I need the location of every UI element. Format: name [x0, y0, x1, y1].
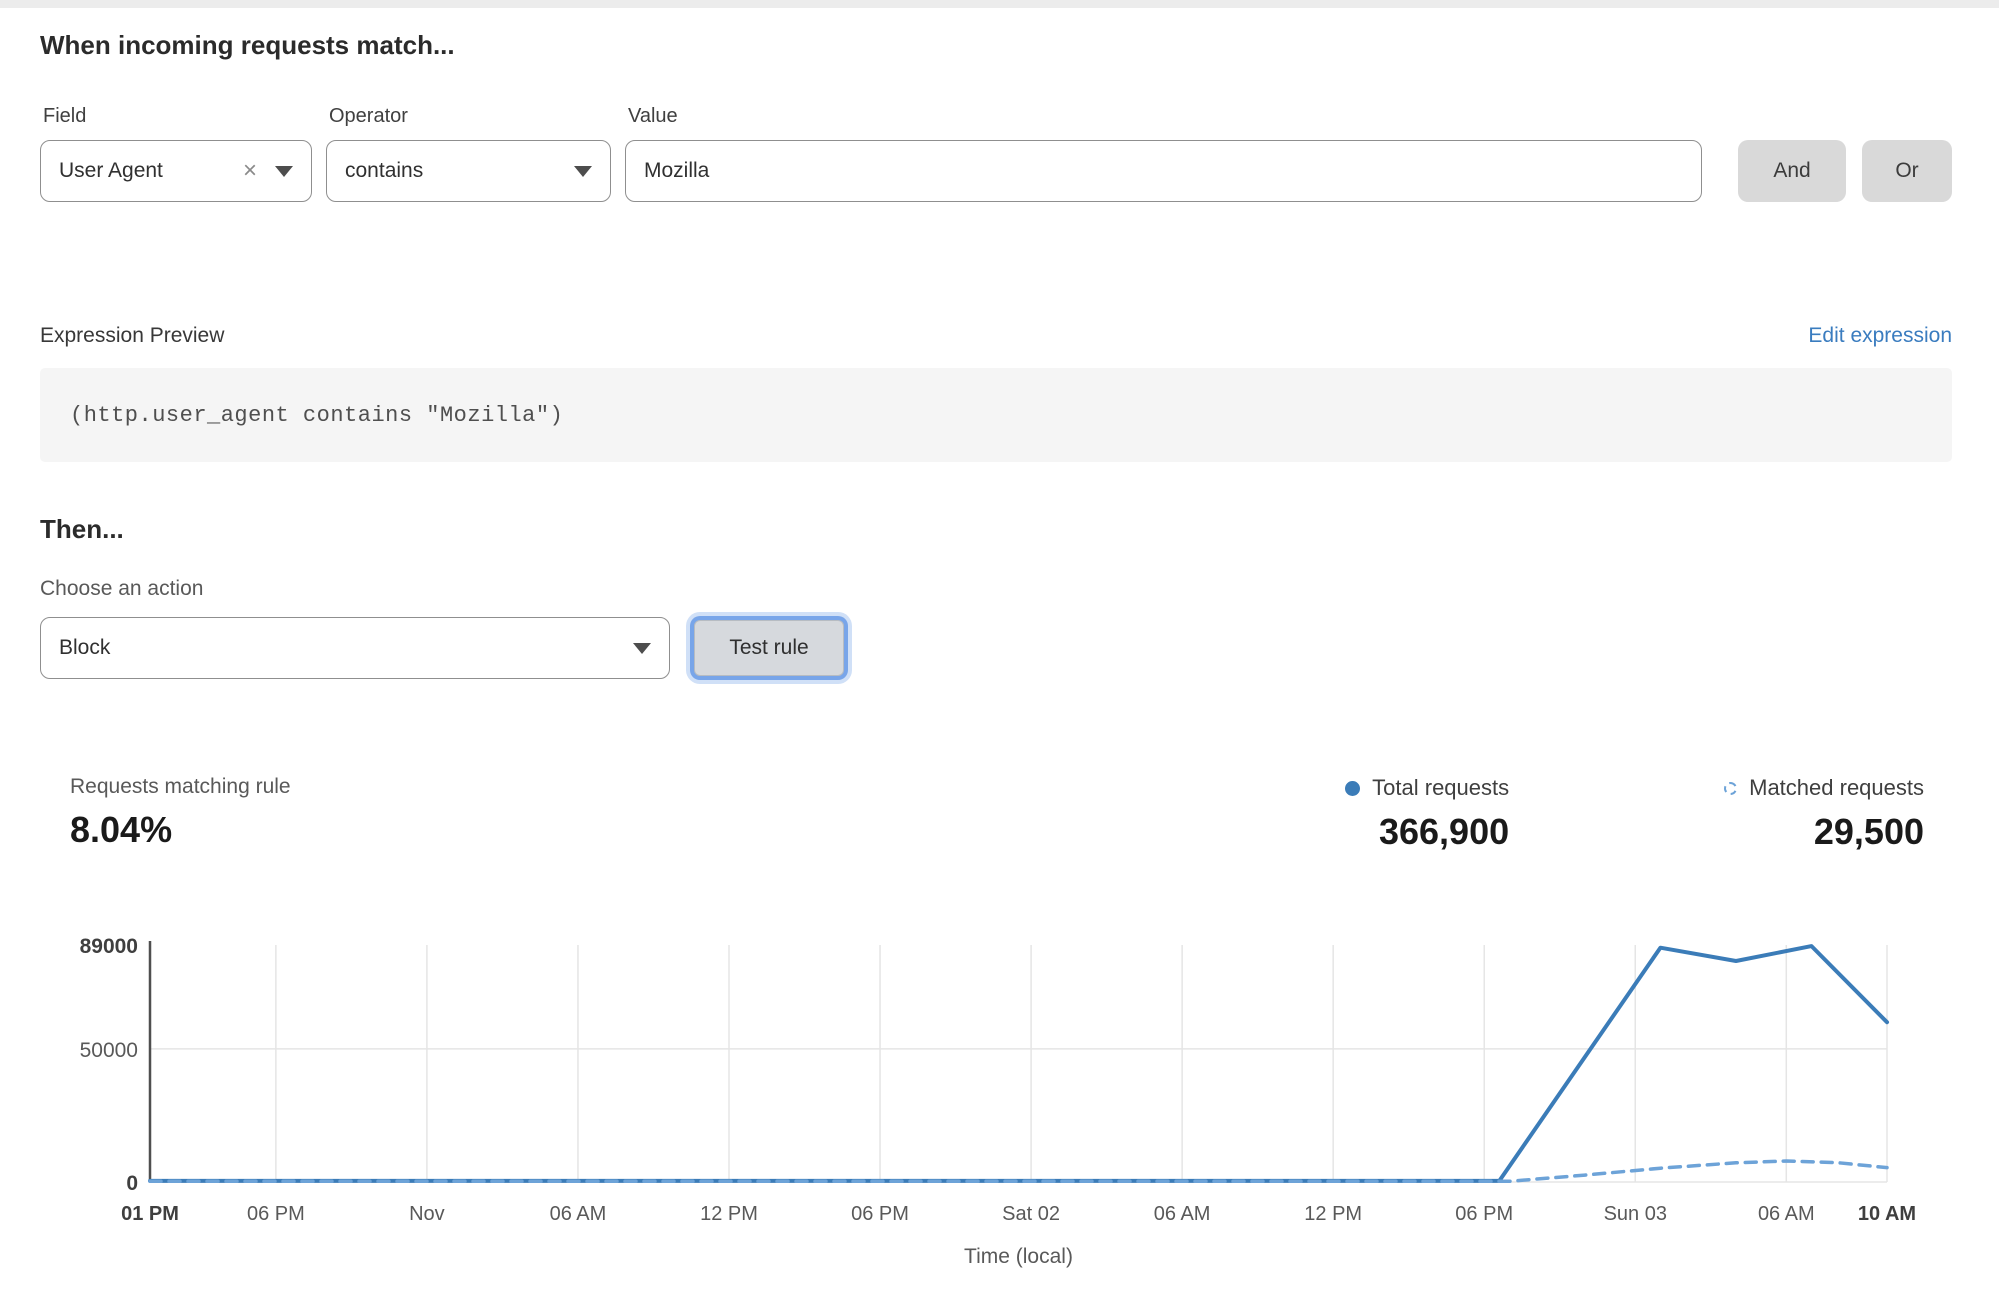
matching-stat-value: 8.04% [70, 809, 291, 851]
action-select-value: Block [59, 636, 110, 660]
field-label: Field [43, 105, 312, 128]
field-select[interactable]: User Agent × [40, 140, 312, 202]
firewall-rule-panel: When incoming requests match... Field Us… [0, 30, 1999, 1280]
x-tick-label: 06 AM [1758, 1203, 1815, 1225]
matched-requests-label: Matched requests [1749, 775, 1924, 801]
choose-action-label: Choose an action [40, 577, 1952, 601]
total-requests-value: 366,900 [1345, 811, 1509, 853]
rule-builder-row: Field User Agent × Operator contains Val… [40, 105, 1952, 202]
value-label: Value [628, 105, 1702, 128]
x-tick-label: 01 PM [121, 1203, 179, 1225]
y-tick-label: 0 [126, 1172, 138, 1195]
value-column: Value [625, 105, 1702, 202]
total-requests-legend: Total requests [1345, 775, 1509, 801]
matching-stat-label: Requests matching rule [70, 775, 291, 799]
expression-code: (http.user_agent contains "Mozilla") [70, 403, 563, 428]
page-title: When incoming requests match... [40, 30, 1952, 61]
legend-stats: Total requests 366,900 Matched requests … [1345, 775, 1952, 853]
x-tick-label: 10 AM [1858, 1203, 1916, 1225]
total-requests-label: Total requests [1372, 775, 1509, 801]
stats-row: Requests matching rule 8.04% Total reque… [40, 775, 1952, 853]
action-row: Block Test rule [40, 617, 1952, 679]
clear-field-icon[interactable]: × [243, 159, 257, 183]
x-tick-label: 06 PM [247, 1203, 305, 1225]
expression-preview-box: (http.user_agent contains "Mozilla") [40, 368, 1952, 462]
x-tick-label: 06 PM [1455, 1203, 1513, 1225]
field-column: Field User Agent × [40, 105, 312, 202]
matched-requests-value: 29,500 [1724, 811, 1924, 853]
field-select-value: User Agent [59, 159, 163, 183]
expression-header: Expression Preview Edit expression [40, 324, 1952, 348]
chevron-down-icon [574, 166, 592, 177]
operator-label: Operator [329, 105, 611, 128]
chevron-down-icon [633, 643, 651, 654]
or-button[interactable]: Or [1862, 140, 1952, 202]
edit-expression-link[interactable]: Edit expression [1808, 324, 1952, 348]
y-tick-label: 50000 [80, 1039, 138, 1062]
top-divider [0, 0, 1999, 8]
requests-chart-container: 0 50000 89000 01 PM 06 PM Nov 06 AM 12 PM 06 PM S… [0, 923, 1999, 1280]
test-rule-button[interactable]: Test rule [694, 620, 844, 676]
dashed-circle-icon [1724, 782, 1737, 795]
x-tick-label: 06 PM [851, 1203, 909, 1225]
operator-select[interactable]: contains [326, 140, 611, 202]
operator-select-value: contains [345, 159, 423, 183]
requests-chart: 0 50000 89000 01 PM 06 PM Nov 06 AM 12 PM 06 PM S… [0, 923, 1999, 1275]
matched-requests-stat: Matched requests 29,500 [1724, 775, 1924, 853]
x-tick-label: Sat 02 [1002, 1203, 1060, 1225]
operator-column: Operator contains [326, 105, 611, 202]
chevron-down-icon [275, 166, 293, 177]
total-requests-stat: Total requests 366,900 [1345, 775, 1509, 853]
x-tick-label: 12 PM [700, 1203, 758, 1225]
y-tick-label: 89000 [80, 935, 138, 958]
and-button[interactable]: And [1738, 140, 1846, 202]
then-title: Then... [40, 514, 1952, 545]
matching-stat: Requests matching rule 8.04% [40, 775, 291, 851]
x-axis-title: Time (local) [964, 1245, 1073, 1268]
matched-requests-legend: Matched requests [1724, 775, 1924, 801]
solid-dot-icon [1345, 781, 1360, 796]
total-requests-line [150, 946, 1887, 1181]
action-select[interactable]: Block [40, 617, 670, 679]
expression-preview-label: Expression Preview [40, 324, 224, 348]
x-tick-label: 06 AM [550, 1203, 607, 1225]
x-tick-label: Nov [409, 1203, 445, 1225]
x-tick-label: Sun 03 [1604, 1203, 1667, 1225]
matched-requests-line [150, 1161, 1887, 1181]
x-tick-label: 12 PM [1304, 1203, 1362, 1225]
value-input[interactable] [625, 140, 1702, 202]
x-tick-label: 06 AM [1154, 1203, 1211, 1225]
